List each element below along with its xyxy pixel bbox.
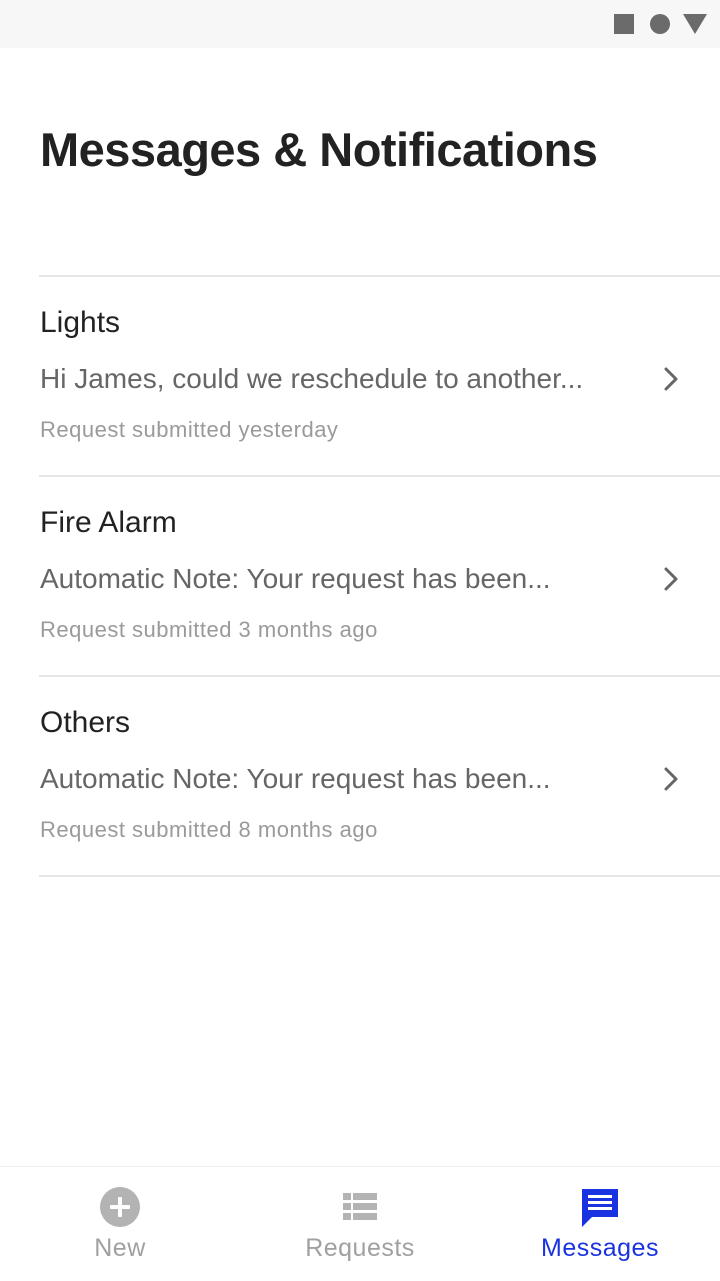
message-preview: Hi James, could we reschedule to another… xyxy=(40,363,584,394)
chevron-right-icon xyxy=(664,767,678,791)
nav-item-requests[interactable]: Requests xyxy=(240,1167,480,1281)
nav-label: New xyxy=(94,1234,146,1262)
message-title: Others xyxy=(40,706,131,739)
circle-icon xyxy=(650,14,670,34)
message-preview: Automatic Note: Your request has been... xyxy=(40,763,551,794)
message-meta: Request submitted yesterday xyxy=(40,417,339,442)
message-title: Lights xyxy=(40,306,121,339)
message-item-others[interactable]: Others Automatic Note: Your request has … xyxy=(0,677,720,875)
square-icon xyxy=(614,14,634,34)
message-meta: Request submitted 3 months ago xyxy=(40,617,378,642)
message-title: Fire Alarm xyxy=(40,506,177,539)
triangle-icon xyxy=(683,14,707,34)
nav-item-messages[interactable]: Messages xyxy=(480,1167,720,1281)
message-list: Lights Hi James, could we reschedule to … xyxy=(0,275,720,877)
divider xyxy=(39,875,720,877)
plus-circle-icon xyxy=(100,1187,140,1227)
nav-label: Messages xyxy=(541,1234,659,1262)
bottom-navigation: New Requests Messages xyxy=(0,1166,720,1281)
chat-icon xyxy=(582,1189,618,1227)
status-bar xyxy=(0,0,720,48)
message-item-lights[interactable]: Lights Hi James, could we reschedule to … xyxy=(0,277,720,475)
nav-label: Requests xyxy=(305,1234,415,1262)
list-icon xyxy=(343,1193,377,1220)
chevron-right-icon xyxy=(664,367,678,391)
page-title: Messages & Notifications xyxy=(40,123,598,176)
message-meta: Request submitted 8 months ago xyxy=(40,817,378,842)
nav-item-new[interactable]: New xyxy=(0,1167,240,1281)
message-item-fire-alarm[interactable]: Fire Alarm Automatic Note: Your request … xyxy=(0,477,720,675)
message-preview: Automatic Note: Your request has been... xyxy=(40,563,551,594)
chevron-right-icon xyxy=(664,567,678,591)
